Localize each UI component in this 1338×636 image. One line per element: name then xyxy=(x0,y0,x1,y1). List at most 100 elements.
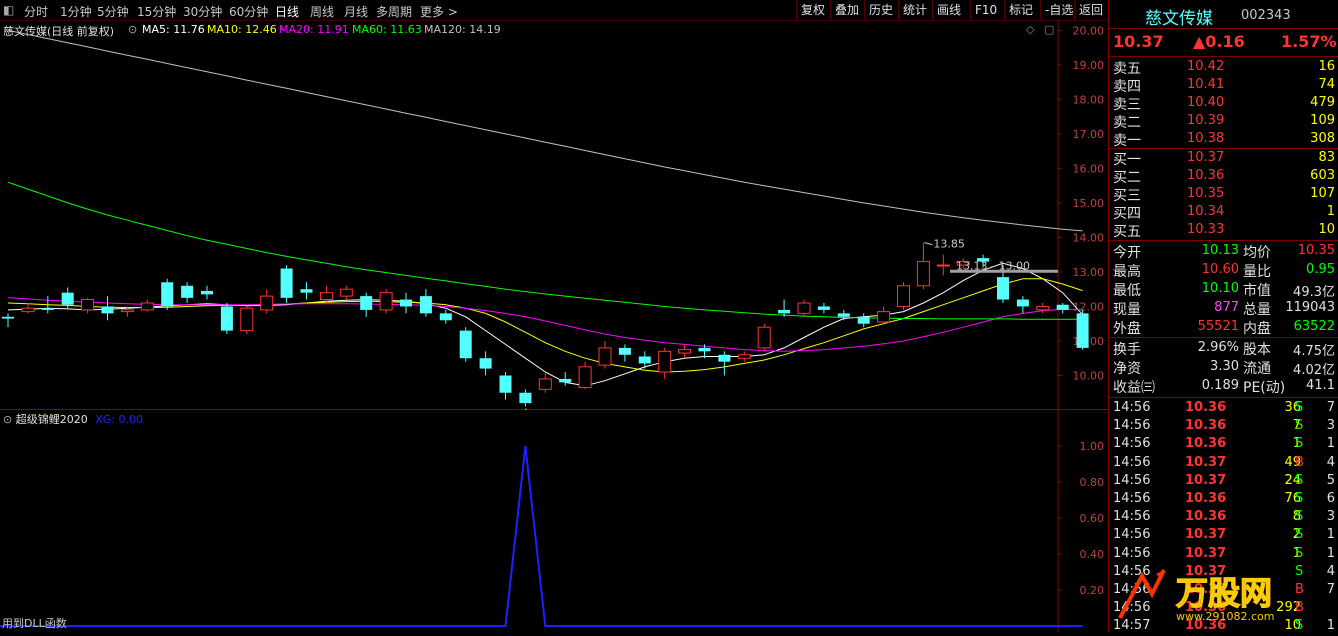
tick-time: 14:56 xyxy=(1113,545,1151,561)
bid-volume: 107 xyxy=(1310,186,1335,201)
y-tick-label: 14.00 xyxy=(1073,231,1105,244)
candle-body-up xyxy=(538,378,552,390)
candle-body-down xyxy=(220,306,233,331)
tick-volume: 7 xyxy=(1292,418,1301,434)
stat-value: 63522 xyxy=(1293,319,1335,334)
bid-volume: 83 xyxy=(1318,150,1335,165)
tick-side: B xyxy=(1295,454,1304,470)
quote-title-row: 慈文传媒 002343 xyxy=(1109,4,1338,29)
tab-period-7[interactable]: 周线 xyxy=(310,3,334,20)
ask-row: 卖三 10.40 479 xyxy=(1109,94,1338,113)
kline-chart[interactable]: 20.00 19.00 18.00 17.00 16.00 15.00 14.00 13.00… xyxy=(0,20,1108,410)
tab-period-5[interactable]: 60分钟 xyxy=(229,3,268,20)
stat-label: 市值 xyxy=(1243,283,1271,299)
bid-price: 10.36 xyxy=(1187,168,1225,183)
toolbar-button-0[interactable]: 复权 xyxy=(796,0,829,20)
indicator-chart[interactable]: 1.00 0.80 0.60 0.40 0.20 xyxy=(0,410,1108,632)
toolbar-button-4[interactable]: 画线 xyxy=(932,0,965,20)
tab-period-9[interactable]: 多周期 xyxy=(376,3,412,20)
candle-body-up xyxy=(578,366,592,389)
candle-body-up xyxy=(936,264,950,267)
separator xyxy=(1109,397,1338,398)
quote-panel: 慈文传媒 002343 10.37 ▲0.16 1.57% 卖五 10.42 16 卖四 10.4… xyxy=(1108,0,1338,634)
tab-period-1[interactable]: 1分钟 xyxy=(60,3,92,20)
tab-period-10[interactable]: 更多 > xyxy=(420,3,458,20)
candle-body-down xyxy=(439,313,452,321)
tick-count: 1 xyxy=(1326,618,1335,634)
y-tick-label: 18.00 xyxy=(1073,93,1105,106)
candle-body-up xyxy=(598,347,612,366)
fund-value: 41.1 xyxy=(1306,378,1335,393)
stat-value: 0.95 xyxy=(1306,262,1335,277)
toolbar-button-6[interactable]: 标记 xyxy=(1004,0,1037,20)
tick-price: 10.37 xyxy=(1185,527,1227,543)
tab-period-2[interactable]: 5分钟 xyxy=(97,3,129,20)
candle-body-down xyxy=(519,392,532,404)
candle-body-up xyxy=(140,302,154,311)
tick-side: S xyxy=(1295,491,1304,506)
bid-volume: 10 xyxy=(1318,222,1335,237)
toolbar-button-2[interactable]: 历史 xyxy=(864,0,897,20)
y-tick-label: 20.00 xyxy=(1073,24,1105,37)
tab-period-0[interactable]: 分时 xyxy=(24,3,48,20)
indicator-tick-label: 0.60 xyxy=(1080,512,1105,525)
stock-name: 慈文传媒 xyxy=(1145,9,1213,29)
tick-count: 1 xyxy=(1326,527,1335,543)
watermark-text: 万股网 xyxy=(1176,574,1272,612)
stat-label: 最高 xyxy=(1113,264,1141,280)
stat-label: 内盘 xyxy=(1243,321,1271,337)
stat-value: 10.35 xyxy=(1297,243,1335,258)
toolbar-button-1[interactable]: 叠加 xyxy=(830,0,863,20)
tick-row: 14:56 10.37 24 S 5 xyxy=(1109,473,1338,491)
candle-body-down xyxy=(718,354,731,362)
ask-volume: 74 xyxy=(1318,77,1335,92)
fund-row: 收益㈢ 0.189 PE(动) 41.1 xyxy=(1109,377,1338,396)
tab-period-3[interactable]: 15分钟 xyxy=(137,3,176,20)
toolbar-button-7[interactable]: -自选 xyxy=(1040,0,1077,20)
candle-body-down xyxy=(41,308,54,310)
tick-time: 14:56 xyxy=(1113,472,1151,488)
tick-row: 14:56 10.36 76 S 6 xyxy=(1109,491,1338,509)
range-annotation: 13.13 - 13.00 xyxy=(956,259,1030,272)
stat-label: 量比 xyxy=(1243,264,1271,280)
candle-body-down xyxy=(419,296,432,314)
fund-label: 流通 xyxy=(1243,361,1271,377)
stat-label: 总量 xyxy=(1243,302,1271,318)
bid-row: 买二 10.36 603 xyxy=(1109,167,1338,186)
tick-time: 14:56 xyxy=(1113,436,1151,452)
bid-label: 买二 xyxy=(1113,170,1141,186)
tick-count: 4 xyxy=(1326,454,1335,470)
fund-label: 换手 xyxy=(1113,342,1141,358)
tick-count: 5 xyxy=(1326,472,1335,488)
tick-row: 14:56 10.37 49 B 4 xyxy=(1109,455,1338,473)
candle-body-down xyxy=(181,285,194,298)
y-tick-label: 16.00 xyxy=(1073,162,1105,175)
candle-body-down xyxy=(698,347,711,352)
bid-row: 买五 10.33 10 xyxy=(1109,221,1338,240)
fund-label: 收益㈢ xyxy=(1113,380,1155,396)
tab-period-4[interactable]: 30分钟 xyxy=(183,3,222,20)
price-change-pct: 1.57% xyxy=(1281,32,1337,51)
candle-body-up xyxy=(120,309,134,313)
candle-body-down xyxy=(857,316,870,324)
toolbar-button-8[interactable]: 返回 xyxy=(1074,0,1107,20)
footer-text: 用到DLL函数 xyxy=(2,617,67,630)
ask-row: 卖一 10.38 308 xyxy=(1109,130,1338,149)
tick-count: 7 xyxy=(1326,582,1335,597)
tick-row: 14:56 10.37 2 S 1 xyxy=(1109,527,1338,545)
tick-volume: 49 xyxy=(1284,454,1301,470)
toolbar-button-5[interactable]: F10 xyxy=(970,0,1001,20)
ask-label: 卖二 xyxy=(1113,115,1141,131)
indicator-collapse-icon[interactable]: ⊙ xyxy=(3,413,12,426)
tab-period-8[interactable]: 月线 xyxy=(344,3,368,20)
candle-body-down xyxy=(459,330,472,359)
tick-count: 1 xyxy=(1326,436,1335,452)
candle-body-down xyxy=(1076,313,1089,348)
tab-period-6[interactable]: 日线 xyxy=(275,3,299,20)
toolbar-button-3[interactable]: 统计 xyxy=(898,0,931,20)
watermark-url: www.291082.com xyxy=(1176,610,1274,623)
candle-body-up xyxy=(678,349,692,354)
menu-icon[interactable]: ◧ xyxy=(3,3,14,17)
bid-price: 10.33 xyxy=(1187,222,1225,237)
tick-price: 10.36 xyxy=(1185,400,1227,415)
